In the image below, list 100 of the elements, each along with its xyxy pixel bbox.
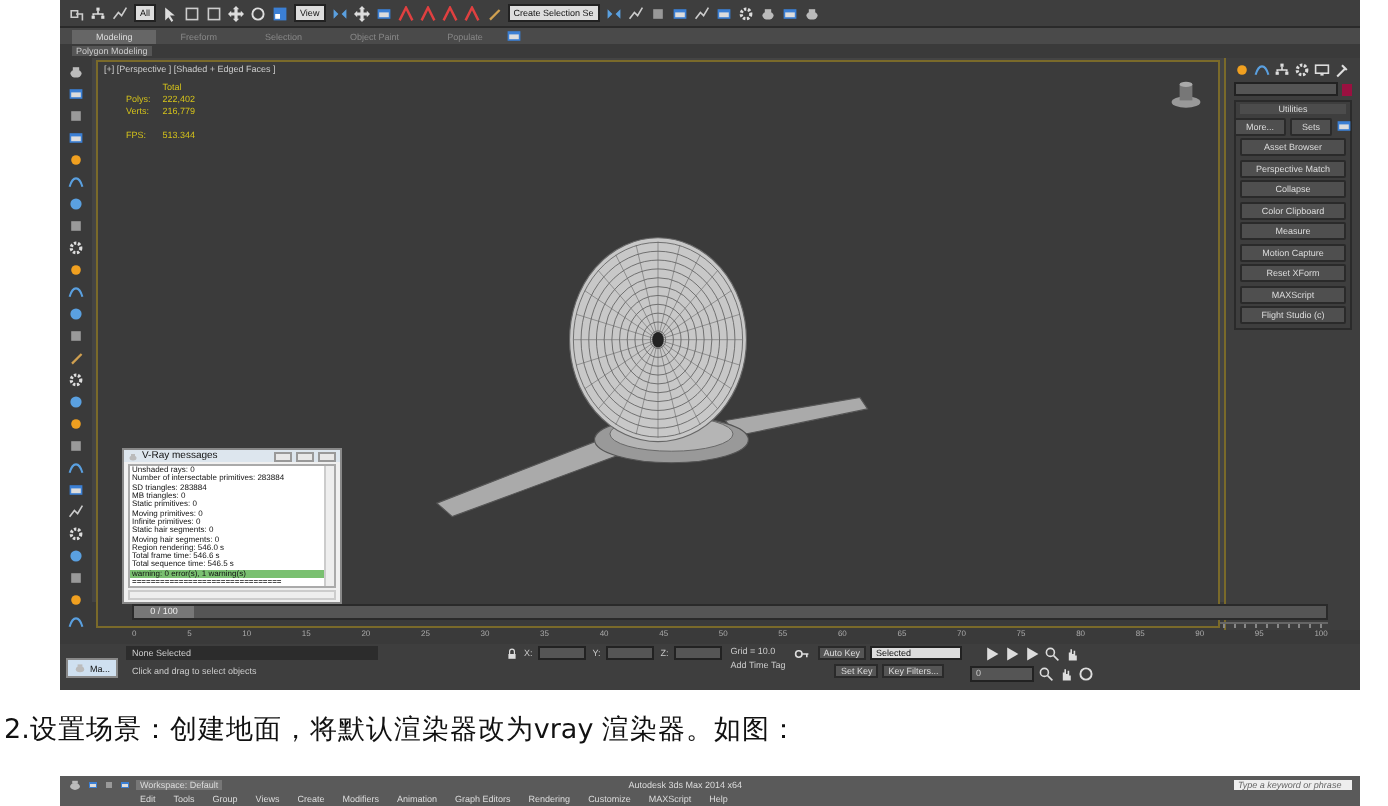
gear-button[interactable]	[68, 240, 84, 256]
play-button[interactable]	[1004, 646, 1020, 662]
window-button[interactable]	[68, 130, 84, 146]
pencil-icon	[68, 350, 84, 366]
box-button[interactable]	[649, 5, 666, 21]
move-button[interactable]	[353, 5, 370, 21]
window-button[interactable]	[68, 482, 84, 498]
teapot-button[interactable]	[68, 64, 84, 80]
name-field[interactable]	[1234, 82, 1338, 96]
gear-icon	[68, 526, 84, 542]
hammer-button[interactable]	[1334, 62, 1350, 78]
monitor-button[interactable]	[1314, 62, 1330, 78]
window-button[interactable]	[506, 28, 523, 44]
teapot-icon	[759, 5, 776, 21]
coordinate-field[interactable]	[538, 646, 587, 660]
lock-icon[interactable]	[506, 647, 519, 659]
hierarchy-button[interactable]	[1274, 62, 1290, 78]
box-icon	[68, 438, 84, 454]
window-icon	[506, 28, 523, 44]
curve-icon	[68, 614, 84, 630]
zoom-icon	[1044, 646, 1060, 662]
zoom-button[interactable]	[1044, 646, 1060, 662]
box-button[interactable]	[68, 438, 84, 454]
box-button[interactable]	[68, 328, 84, 344]
mirror-icon	[605, 5, 622, 21]
graph-icon	[627, 5, 644, 21]
teapot-icon	[803, 5, 820, 21]
box-icon	[68, 108, 84, 124]
curve-button[interactable]	[1254, 62, 1270, 78]
graph-button[interactable]	[68, 504, 84, 520]
pencil-icon	[485, 5, 502, 21]
color-swatch[interactable]	[1342, 83, 1352, 95]
box-button[interactable]	[68, 108, 84, 124]
rotate-button[interactable]	[250, 5, 267, 21]
curve-button[interactable]	[68, 174, 84, 190]
sphere-button[interactable]	[68, 196, 84, 212]
pencil-button[interactable]	[68, 350, 84, 366]
mirror-button[interactable]	[605, 5, 622, 21]
play-button[interactable]	[1024, 646, 1040, 662]
rectangle-button[interactable]	[184, 5, 201, 21]
window-icon[interactable]	[88, 779, 98, 789]
view-cube-icon[interactable]	[1170, 78, 1202, 110]
graph-button[interactable]	[693, 5, 710, 21]
window-button[interactable]	[1336, 117, 1353, 135]
window-button[interactable]	[375, 5, 392, 21]
window-icon	[68, 130, 84, 146]
window-icon[interactable]	[120, 779, 130, 789]
window-button[interactable]	[68, 86, 84, 102]
rotate-button[interactable]	[1078, 666, 1094, 682]
box-icon	[68, 570, 84, 586]
vertical-scrollbar[interactable]	[324, 466, 334, 587]
curve-icon	[1254, 62, 1270, 78]
gear-button[interactable]	[1294, 62, 1310, 78]
hierarchy-button[interactable]	[90, 5, 106, 21]
hand-button[interactable]	[1064, 646, 1080, 662]
horizontal-scrollbar[interactable]	[128, 590, 336, 600]
curve-icon	[68, 284, 84, 300]
graph-icon	[693, 5, 710, 21]
pencil-button[interactable]	[485, 5, 502, 21]
coordinate-field[interactable]	[674, 646, 723, 660]
graph-button[interactable]	[112, 5, 128, 21]
zoom-button[interactable]	[1038, 666, 1054, 682]
gear-icon	[68, 372, 84, 388]
curve-button[interactable]	[68, 460, 84, 476]
sphere-button[interactable]	[68, 306, 84, 322]
rectangle-button[interactable]	[206, 5, 223, 21]
box-icon	[68, 218, 84, 234]
gear-button[interactable]	[68, 372, 84, 388]
link-button[interactable]	[68, 5, 84, 21]
mirror-button[interactable]	[331, 5, 348, 21]
gear-button[interactable]	[68, 526, 84, 542]
graph-button[interactable]	[627, 5, 644, 21]
curve-button[interactable]	[68, 614, 84, 630]
rotate-icon	[1078, 666, 1094, 682]
teapot-icon[interactable]	[68, 777, 82, 791]
curve-icon	[68, 460, 84, 476]
play-button[interactable]	[984, 646, 1000, 662]
hand-button[interactable]	[1058, 666, 1074, 682]
move-button[interactable]	[228, 5, 245, 21]
sphere-button[interactable]	[68, 394, 84, 410]
window-button[interactable]	[671, 5, 688, 21]
window-button[interactable]	[781, 5, 798, 21]
box-button[interactable]	[68, 570, 84, 586]
curve-button[interactable]	[68, 284, 84, 300]
caption-text: 2.设置场景：创建地面，将默认渲染器改为vray 渲染器。如图：	[4, 714, 798, 746]
sphere-button[interactable]	[68, 548, 84, 564]
window-button[interactable]	[715, 5, 732, 21]
teapot-button[interactable]	[759, 5, 776, 21]
box-icon	[649, 5, 666, 21]
scale-button[interactable]	[272, 5, 289, 21]
cursor-button[interactable]	[162, 5, 179, 21]
box-button[interactable]	[68, 218, 84, 234]
gear-button[interactable]	[737, 5, 754, 21]
coordinate-field[interactable]	[606, 646, 655, 660]
teapot-icon	[128, 451, 138, 462]
perspective-viewport[interactable]	[96, 60, 1220, 628]
box-icon	[68, 328, 84, 344]
gear-icon	[68, 240, 84, 256]
teapot-button[interactable]	[803, 5, 820, 21]
teapot-icon	[68, 64, 84, 80]
